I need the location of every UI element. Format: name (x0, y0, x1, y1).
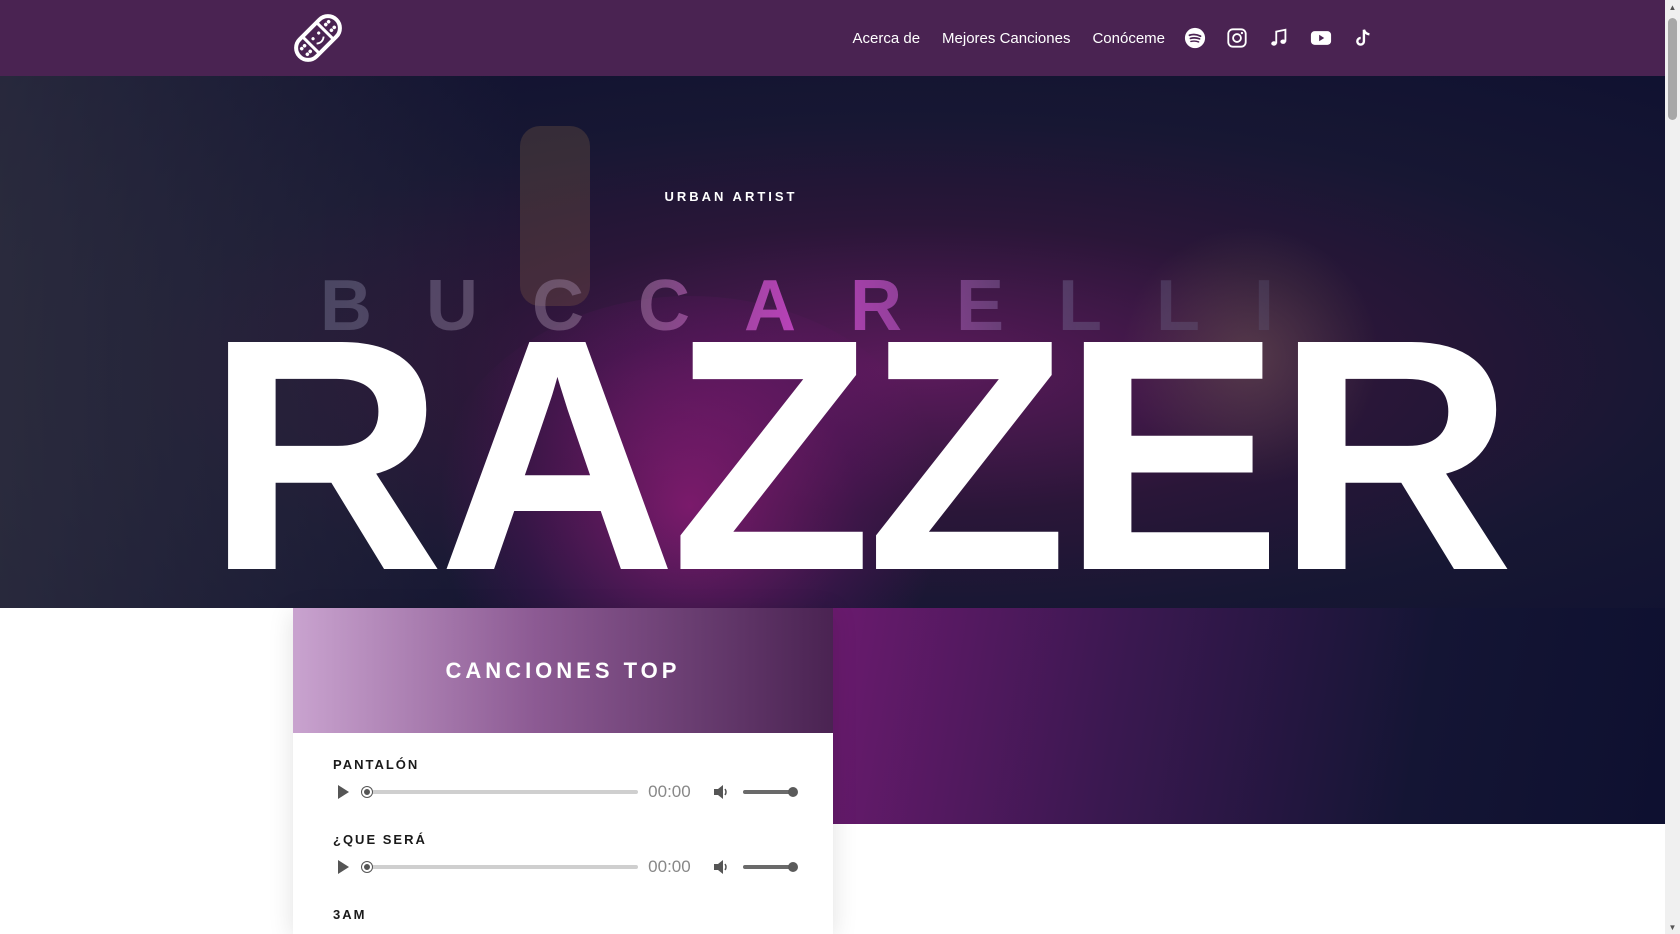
hero-background-extension (833, 608, 1665, 824)
audio-player: 00:00 (333, 778, 798, 806)
scroll-up-icon[interactable]: ▲ (1665, 0, 1680, 14)
scroll-thumb[interactable] (1668, 18, 1677, 120)
scroll-down-icon[interactable]: ▼ (1665, 920, 1680, 934)
audio-player: 00:00 (333, 853, 798, 881)
bandage-icon[interactable] (288, 10, 348, 66)
music-note-icon[interactable] (1267, 26, 1291, 50)
volume-slider[interactable] (743, 862, 798, 872)
hero-subtitle: URBAN ARTIST (664, 189, 798, 204)
nav-link-conoceme[interactable]: Conóceme (1092, 30, 1165, 47)
volume-slider[interactable] (743, 787, 798, 797)
spotify-icon[interactable] (1183, 26, 1207, 50)
nav-link-acerca[interactable]: Acerca de (853, 30, 921, 47)
progress-slider[interactable] (361, 862, 639, 872)
time-display: 00:00 (648, 782, 691, 801)
instagram-icon[interactable] (1225, 26, 1249, 50)
top-songs-card: CANCIONES TOP PANTALÓN 00:00 ¿QUE SERÁ 0… (293, 608, 833, 934)
main-nav: Acerca de Mejores Canciones Conóceme (831, 0, 1376, 76)
volume-icon[interactable] (710, 781, 732, 803)
page-scrollbar[interactable]: ▲ ▼ (1665, 0, 1680, 934)
list-item: ¿QUE SERÁ 00:00 (333, 832, 798, 881)
list-item: PANTALÓN 00:00 (333, 757, 798, 806)
progress-slider[interactable] (361, 787, 639, 797)
youtube-icon[interactable] (1309, 26, 1333, 50)
top-navbar: Acerca de Mejores Canciones Conóceme (0, 0, 1665, 76)
song-name: 3AM (333, 907, 367, 922)
list-item: 3AM (333, 907, 793, 922)
nav-link-mejores-canciones[interactable]: Mejores Canciones (942, 30, 1070, 47)
play-icon[interactable] (333, 857, 353, 877)
card-header: CANCIONES TOP (293, 608, 833, 733)
hero-title: RAZZER (206, 270, 1514, 639)
card-title: CANCIONES TOP (445, 657, 681, 683)
song-name: PANTALÓN (333, 757, 420, 772)
play-icon[interactable] (333, 782, 353, 802)
tiktok-icon[interactable] (1351, 26, 1375, 50)
volume-icon[interactable] (710, 856, 732, 878)
time-display: 00:00 (648, 857, 691, 876)
song-name: ¿QUE SERÁ (333, 832, 427, 847)
songs-list: PANTALÓN 00:00 ¿QUE SERÁ 00:00 3AM (293, 733, 833, 922)
